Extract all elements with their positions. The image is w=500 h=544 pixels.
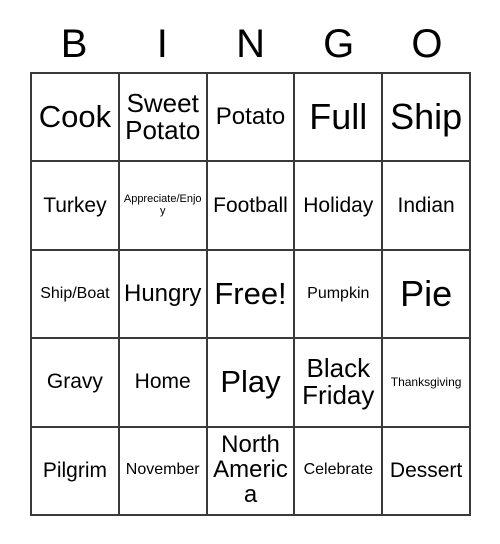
bingo-cell-r1c3[interactable]: Potato [207,74,296,163]
bingo-cell-r4c1[interactable]: Gravy [32,339,120,428]
bingo-cell-r2c5[interactable]: Indian [383,162,471,251]
bingo-cell-r3c4[interactable]: Pumpkin [295,250,384,340]
bingo-card: B I N G O Cook Sweet Potato Potato Full … [0,0,500,544]
bingo-cell-label: Hungry [124,279,202,307]
bingo-cell-label: Home [134,370,191,394]
bingo-cell-r2c3[interactable]: Football [207,162,296,251]
bingo-cell-r1c2[interactable]: Sweet Potato [119,74,208,163]
bingo-cell-label: Ship/Boat [40,284,110,302]
bingo-cell-label: Ship [390,96,463,138]
bingo-cell-label: November [125,461,200,479]
bingo-cell-label: Play [220,364,281,400]
bingo-cell-r3c2[interactable]: Hungry [119,250,208,340]
bingo-cell-label: Gravy [46,370,103,394]
bingo-cell-label: Black Friday [302,353,375,411]
bingo-cell-r4c2[interactable]: Home [119,339,208,428]
bingo-cell-r2c2[interactable]: Appreciate/Enjoy [119,162,208,251]
bingo-cell-label: Sweet Potato [125,88,201,146]
header-letter-g: G [323,22,355,66]
header-letter-i: I [156,22,168,66]
bingo-cell-label: Full [309,96,368,138]
bingo-cell-label: Pie [400,273,453,315]
bingo-cell-label: Thanksgiving [390,375,462,390]
header-letter-n: N [236,22,265,66]
bingo-cell-r5c2[interactable]: November [119,427,208,516]
bingo-cell-label: Turkey [43,193,107,217]
bingo-cell-label: Celebrate [303,461,373,479]
bingo-cell-r1c1[interactable]: Cook [32,74,120,163]
bingo-cell-label: Dessert [389,458,463,482]
bingo-cell-label: Pilgrim [42,458,107,482]
bingo-cell-label: Appreciate/Enjoy [123,193,202,217]
bingo-cell-free-space[interactable]: Free! [207,250,296,340]
bingo-cell-label: Pumpkin [307,284,370,302]
bingo-cell-r3c1[interactable]: Ship/Boat [32,250,120,340]
bingo-cell-label: Free! [214,275,287,311]
bingo-cell-r4c5[interactable]: Thanksgiving [383,339,471,428]
bingo-cell-label: Potato [215,102,286,130]
bingo-cell-label: Indian [397,193,455,217]
bingo-cell-r5c4[interactable]: Celebrate [295,427,384,516]
bingo-cell-r5c3[interactable]: North America [207,427,296,516]
bingo-cell-r5c1[interactable]: Pilgrim [32,427,120,516]
bingo-cell-r4c4[interactable]: Black Friday [295,339,384,428]
bingo-cell-label: North America [213,431,288,509]
bingo-cell-r4c3[interactable]: Play [207,339,296,428]
bingo-header: B I N G O [30,16,471,72]
bingo-cell-r1c4[interactable]: Full [295,74,384,163]
bingo-cell-label: Cook [38,99,112,135]
header-letter-b: B [60,22,88,66]
bingo-cell-r5c5[interactable]: Dessert [383,427,471,516]
bingo-cell-r2c1[interactable]: Turkey [32,162,120,251]
bingo-cell-r3c5[interactable]: Pie [383,250,471,340]
bingo-cell-r1c5[interactable]: Ship [383,74,471,163]
bingo-grid: Cook Sweet Potato Potato Full Ship Turke… [30,72,471,516]
bingo-cell-label: Football [213,193,288,217]
bingo-cell-r2c4[interactable]: Holiday [295,162,384,251]
header-letter-o: O [411,22,443,66]
bingo-cell-label: Holiday [303,193,374,217]
